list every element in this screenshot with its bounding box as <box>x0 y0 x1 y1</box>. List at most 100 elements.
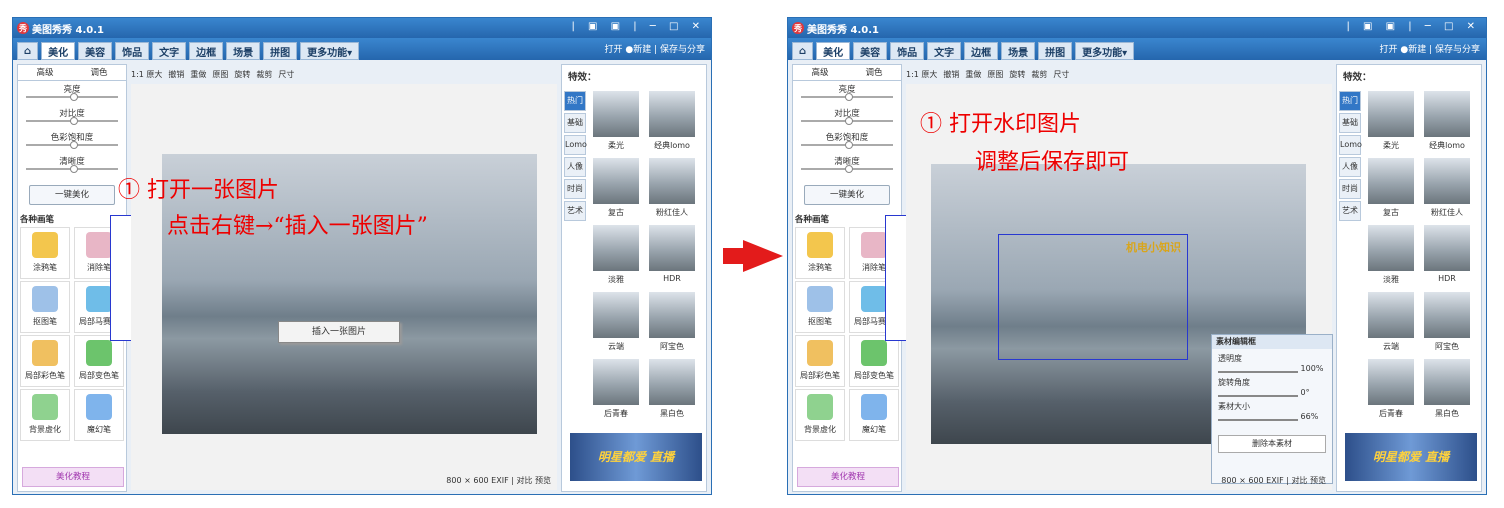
cat-portrait[interactable]: 人像 <box>1339 157 1361 177</box>
brightness-slider[interactable]: 亮度 <box>18 81 126 105</box>
delete-material-button[interactable]: 删除本素材 <box>1218 435 1326 453</box>
tool-doodle[interactable]: 涂鸦笔 <box>20 227 70 279</box>
size-row[interactable]: 素材大小 66% <box>1212 397 1332 421</box>
tool-cutout[interactable]: 抠图笔 <box>795 281 845 333</box>
tab-beauty[interactable]: 美容 <box>853 42 888 60</box>
effect-item[interactable]: 复古 <box>1365 158 1417 221</box>
redo-button[interactable]: 重做 <box>965 69 981 80</box>
tab-border[interactable]: 边框 <box>189 42 224 60</box>
effect-item[interactable]: 粉红佳人 <box>646 158 698 221</box>
angle-row[interactable]: 旋转角度 0° <box>1212 373 1332 397</box>
original-button[interactable]: 原图 <box>987 69 1003 80</box>
effect-item[interactable]: 复古 <box>590 158 642 221</box>
one-key-beautify-button[interactable]: 一键美化 <box>29 185 115 205</box>
tab-more[interactable]: 更多功能▾ <box>1075 42 1135 60</box>
cat-art[interactable]: 艺术 <box>1339 201 1361 221</box>
contrast-slider[interactable]: 对比度 <box>18 105 126 129</box>
saturation-slider[interactable]: 色彩饱和度 <box>793 129 901 153</box>
tutorial-button[interactable]: 美化教程 <box>797 467 899 487</box>
tool-color-pen[interactable]: 局部彩色笔 <box>20 335 70 387</box>
tool-cutout[interactable]: 抠图笔 <box>20 281 70 333</box>
tab-advanced[interactable]: 高级 <box>793 65 847 80</box>
tab-accessory[interactable]: 饰品 <box>115 42 150 60</box>
tab-beautify[interactable]: 美化 <box>41 42 76 60</box>
effect-item[interactable]: 淡雅 <box>590 225 642 288</box>
tool-recolor[interactable]: 局部变色笔 <box>74 335 124 387</box>
one-key-beautify-button[interactable]: 一键美化 <box>804 185 890 205</box>
cat-fashion[interactable]: 时尚 <box>564 179 586 199</box>
file-actions[interactable]: 打开 ●新建 | 保存与分享 <box>605 42 705 55</box>
tab-scene[interactable]: 场景 <box>226 42 261 60</box>
tool-magic-pen[interactable]: 魔幻笔 <box>74 389 124 441</box>
cat-lomo[interactable]: Lomo <box>564 135 587 155</box>
tab-advanced[interactable]: 高级 <box>18 65 72 80</box>
tab-text[interactable]: 文字 <box>927 42 962 60</box>
sharpness-slider[interactable]: 清晰度 <box>793 153 901 177</box>
tab-collage[interactable]: 拼图 <box>263 42 298 60</box>
cat-art[interactable]: 艺术 <box>564 201 586 221</box>
watermark-selection-box[interactable]: 机电小知识 <box>998 234 1188 360</box>
effect-item[interactable]: HDR <box>1421 225 1473 288</box>
cat-basic[interactable]: 基础 <box>564 113 586 133</box>
tool-doodle[interactable]: 涂鸦笔 <box>795 227 845 279</box>
sharpness-slider[interactable]: 清晰度 <box>18 153 126 177</box>
zoom-label[interactable]: 1:1 原大 <box>906 69 937 80</box>
rotate-button[interactable]: 旋转 <box>1009 69 1025 80</box>
home-tab[interactable]: ⌂ <box>17 42 39 60</box>
tab-text[interactable]: 文字 <box>152 42 187 60</box>
zoom-label[interactable]: 1:1 原大 <box>131 69 162 80</box>
ad-banner[interactable]: 明星都爱 直播 <box>1345 433 1477 481</box>
redo-button[interactable]: 重做 <box>190 69 206 80</box>
tab-accessory[interactable]: 饰品 <box>890 42 925 60</box>
tool-blur-bg[interactable]: 背景虚化 <box>20 389 70 441</box>
brightness-slider[interactable]: 亮度 <box>793 81 901 105</box>
effect-item[interactable]: 淡雅 <box>1365 225 1417 288</box>
tab-color[interactable]: 调色 <box>72 65 126 80</box>
effect-item[interactable]: 后青春 <box>1365 359 1417 422</box>
size-button[interactable]: 尺寸 <box>1053 69 1069 80</box>
home-tab[interactable]: ⌂ <box>792 42 814 60</box>
cat-lomo[interactable]: Lomo <box>1339 135 1362 155</box>
window-controls[interactable]: | ▣ ▣ | ─ □ ✕ <box>1346 21 1480 32</box>
effect-item[interactable]: 柔光 <box>1365 91 1417 154</box>
file-actions[interactable]: 打开 ●新建 | 保存与分享 <box>1380 42 1480 55</box>
tool-blur-bg[interactable]: 背景虚化 <box>795 389 845 441</box>
effect-item[interactable]: 黑白色 <box>646 359 698 422</box>
cat-basic[interactable]: 基础 <box>1339 113 1361 133</box>
rotate-button[interactable]: 旋转 <box>234 69 250 80</box>
tab-color[interactable]: 调色 <box>847 65 901 80</box>
tab-collage[interactable]: 拼图 <box>1038 42 1073 60</box>
undo-button[interactable]: 撤销 <box>168 69 184 80</box>
contrast-slider[interactable]: 对比度 <box>793 105 901 129</box>
tutorial-button[interactable]: 美化教程 <box>22 467 124 487</box>
effect-item[interactable]: 云端 <box>1365 292 1417 355</box>
context-menu-insert-image[interactable]: 插入一张图片 <box>278 321 400 343</box>
cat-portrait[interactable]: 人像 <box>564 157 586 177</box>
cat-hot[interactable]: 热门 <box>1339 91 1361 111</box>
size-button[interactable]: 尺寸 <box>278 69 294 80</box>
effect-item[interactable]: 粉红佳人 <box>1421 158 1473 221</box>
tab-more[interactable]: 更多功能▾ <box>300 42 360 60</box>
opacity-row[interactable]: 透明度 100% <box>1212 349 1332 373</box>
effect-item[interactable]: 经典lomo <box>1421 91 1473 154</box>
window-controls[interactable]: | ▣ ▣ | ─ □ ✕ <box>571 21 705 32</box>
effect-item[interactable]: 阿宝色 <box>1421 292 1473 355</box>
original-button[interactable]: 原图 <box>212 69 228 80</box>
cat-fashion[interactable]: 时尚 <box>1339 179 1361 199</box>
tab-scene[interactable]: 场景 <box>1001 42 1036 60</box>
ad-banner[interactable]: 明星都爱 直播 <box>570 433 702 481</box>
effect-item[interactable]: HDR <box>646 225 698 288</box>
tab-beauty[interactable]: 美容 <box>78 42 113 60</box>
cat-hot[interactable]: 热门 <box>564 91 586 111</box>
tab-border[interactable]: 边框 <box>964 42 999 60</box>
effect-item[interactable]: 云端 <box>590 292 642 355</box>
undo-button[interactable]: 撤销 <box>943 69 959 80</box>
effect-item[interactable]: 阿宝色 <box>646 292 698 355</box>
effect-item[interactable]: 经典lomo <box>646 91 698 154</box>
tab-beautify[interactable]: 美化 <box>816 42 851 60</box>
canvas-area[interactable]: 机电小知识 素材编辑框 透明度 100% 旋转角度 0° 素材大小 66% 删除… <box>906 84 1333 490</box>
tool-color-pen[interactable]: 局部彩色笔 <box>795 335 845 387</box>
saturation-slider[interactable]: 色彩饱和度 <box>18 129 126 153</box>
canvas-area[interactable]: 插入一张图片 800 × 600 EXIF | 对比 预览 <box>131 84 557 490</box>
effect-item[interactable]: 黑白色 <box>1421 359 1473 422</box>
